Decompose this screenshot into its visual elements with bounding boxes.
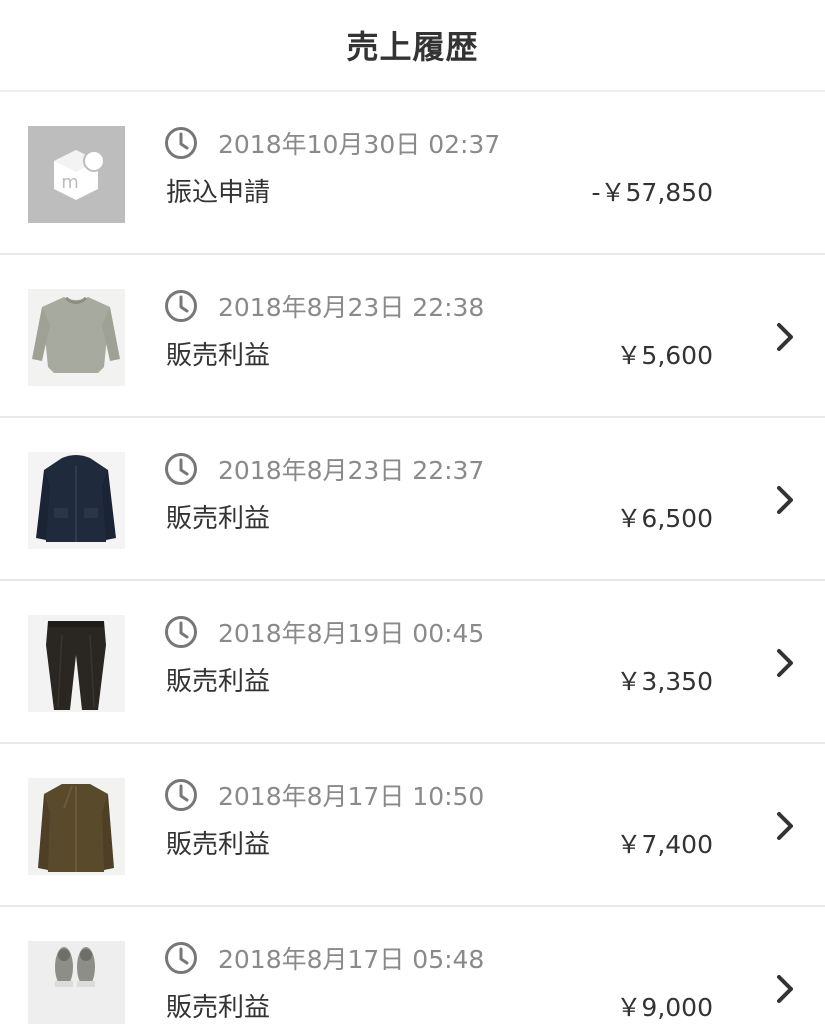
transaction-time: 2018年8月19日 00:45 [164,615,484,649]
history-row[interactable]: 2018年8月19日 00:45 販売利益 ￥3,350 [0,581,825,744]
datetime-text: 2018年10月30日 02:37 [218,130,501,159]
transaction-amount: -￥57,850 [591,178,714,207]
chevron-right-icon[interactable] [775,647,795,679]
chevron-right-icon[interactable] [775,484,795,516]
transaction-amount: ￥6,500 [616,504,713,533]
sales-history-list: m 2018年10月30日 02:37 振込申請 -￥57,850 2018年8… [0,92,825,1024]
chevron-right-icon[interactable] [775,810,795,842]
clock-icon [164,778,198,812]
svg-text:m: m [61,172,79,193]
transaction-time: 2018年10月30日 02:37 [164,126,500,160]
chevron-right-icon[interactable] [775,321,795,353]
transaction-amount: ￥7,400 [616,830,713,859]
transaction-type: 販売利益 [166,341,271,371]
transaction-time: 2018年8月23日 22:37 [164,452,484,486]
history-row[interactable]: 2018年8月23日 22:37 販売利益 ￥6,500 [0,418,825,581]
sales-history-screen: 売上履歴 m 2018年10月30日 02:37 振込申請 -￥57,850 2… [0,0,825,1024]
clock-icon [164,452,198,486]
transaction-time: 2018年8月23日 22:38 [164,289,484,323]
transaction-type: 振込申請 [166,178,271,208]
transaction-type: 販売利益 [166,993,271,1023]
transaction-time: 2018年8月17日 10:50 [164,778,484,812]
page-header: 売上履歴 [0,0,825,92]
clock-icon [164,289,198,323]
transaction-amount: ￥5,600 [616,341,713,370]
transaction-type: 販売利益 [166,667,271,697]
history-row[interactable]: 2018年8月17日 05:48 販売利益 ￥9,000 [0,907,825,1024]
transaction-amount: ￥9,000 [616,993,713,1022]
chevron-right-icon[interactable] [775,973,795,1005]
datetime-text: 2018年8月17日 10:50 [218,782,485,811]
page-title: 売上履歴 [346,28,479,66]
history-row[interactable]: 2018年8月17日 10:50 販売利益 ￥7,400 [0,744,825,907]
item-thumbnail-grey-sweater [28,289,125,386]
item-thumbnail-grey-sneakers [28,941,125,1024]
item-thumbnail-black-trousers [28,615,125,712]
history-row[interactable]: 2018年8月23日 22:38 販売利益 ￥5,600 [0,255,825,418]
item-thumbnail-brown-jacket [28,778,125,875]
datetime-text: 2018年8月19日 00:45 [218,619,485,648]
transaction-type: 販売利益 [166,830,271,860]
transaction-type: 販売利益 [166,504,271,534]
clock-icon [164,615,198,649]
clock-icon [164,941,198,975]
datetime-text: 2018年8月23日 22:38 [218,293,485,322]
datetime-text: 2018年8月23日 22:37 [218,456,485,485]
item-thumbnail-navy-jacket [28,452,125,549]
datetime-text: 2018年8月17日 05:48 [218,945,485,974]
history-row[interactable]: m 2018年10月30日 02:37 振込申請 -￥57,850 [0,92,825,255]
clock-icon [164,126,198,160]
transaction-time: 2018年8月17日 05:48 [164,941,484,975]
transaction-amount: ￥3,350 [616,667,713,696]
mercari-logo-thumbnail: m [28,126,125,223]
